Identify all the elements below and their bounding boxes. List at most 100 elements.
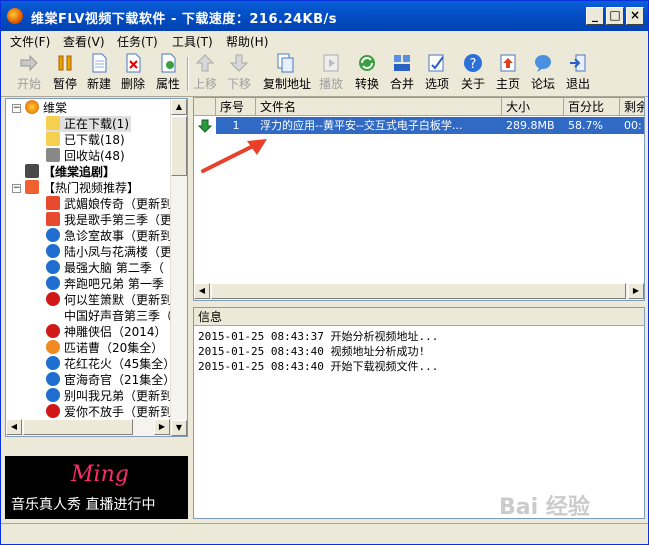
hot-video-item[interactable]: 奔跑吧兄弟 第一季 (46, 276, 164, 292)
hot-video-item[interactable]: 陆小凤与花满楼（更 (46, 244, 172, 260)
minimize-button[interactable]: _ (586, 7, 604, 25)
menu-bar: 文件(F) 查看(V) 任务(T) 工具(T) 帮助(H) (1, 31, 648, 51)
copy-address-button[interactable]: 复制地址 (263, 53, 311, 95)
menu-tools[interactable]: 工具(T) (172, 33, 213, 50)
hot-video-item[interactable]: 匹诺曹（20集全） (46, 340, 163, 356)
play-circle-icon (46, 244, 60, 258)
hot-video-item[interactable]: 何以笙箫默（更新到 (46, 292, 172, 308)
column-header-filename[interactable]: 文件名 (256, 98, 502, 116)
hot-video-label: 宦海奇官（21集全） (64, 373, 176, 387)
tree-collapse-toggle[interactable]: − (12, 104, 21, 113)
options-button[interactable]: 选项 (421, 53, 453, 95)
tree-root[interactable]: 维棠 (25, 100, 67, 116)
convert-button[interactable]: 转换 (351, 53, 383, 95)
tree-item-downloading[interactable]: 正在下载(1) (46, 116, 131, 132)
tree-item-downloaded[interactable]: 已下载(18) (46, 132, 125, 148)
close-button[interactable]: × (626, 7, 644, 25)
forum-icon (535, 55, 551, 72)
properties-button[interactable]: 属性 (152, 53, 184, 95)
window-title: 维棠FLV视频下载软件 - 下载速度：216.24KB/s (31, 12, 338, 27)
tree-vertical-scrollbar[interactable]: ▲ ▼ (170, 99, 187, 436)
exit-button[interactable]: 退出 (562, 53, 594, 95)
menu-file[interactable]: 文件(F) (10, 33, 50, 50)
arrow-right-icon (25, 180, 39, 194)
tree-root-label: 维棠 (43, 101, 68, 115)
scroll-left-button[interactable]: ◀ (6, 419, 22, 435)
maximize-button[interactable]: □ (606, 7, 624, 25)
download-list[interactable]: 序号 文件名 大小 百分比 剩余 1 浮力的应用--黄平安--交互式电子白板学.… (193, 97, 645, 301)
menu-view[interactable]: 查看(V) (63, 33, 105, 50)
hot-video-item[interactable]: 最强大脑 第二季（ (46, 260, 164, 276)
start-button[interactable]: 开始 (13, 53, 45, 95)
ad-slogan: 音乐真人秀 直播进行中 (11, 497, 156, 513)
iqiyi-icon (46, 212, 60, 226)
log-line: 2015-01-25 08:43:40 开始下载视频文件... (198, 360, 439, 373)
hot-video-label: 匹诺曹（20集全） (64, 341, 164, 355)
merge-icon (394, 55, 410, 71)
list-horizontal-scrollbar[interactable]: ◀ ▶ (194, 283, 644, 300)
hot-video-item[interactable]: 宦海奇官（21集全） (46, 372, 175, 388)
list-scroll-left-button[interactable]: ◀ (194, 283, 210, 299)
move-down-button[interactable]: 下移 (223, 53, 255, 95)
row-status-cell (194, 117, 216, 134)
recycle-bin-icon (46, 148, 60, 162)
info-log-panel: 信息 2015-01-25 08:43:37 开始分析视频地址... 2015-… (193, 307, 645, 519)
table-row[interactable]: 1 浮力的应用--黄平安--交互式电子白板学... 289.8MB 58.7% … (194, 117, 644, 134)
delete-button[interactable]: 删除 (117, 53, 149, 95)
menu-help[interactable]: 帮助(H) (226, 33, 268, 50)
play-media-button[interactable]: 播放 (315, 53, 347, 95)
exit-icon (570, 54, 586, 72)
hot-video-item[interactable]: 别叫我兄弟（更新到 (46, 388, 172, 404)
hot-video-item[interactable]: 神雕侠侣（2014） (46, 324, 167, 340)
ad-banner[interactable]: Ming 音乐真人秀 直播进行中 (5, 456, 188, 519)
title-bar[interactable]: 维棠FLV视频下载软件 - 下载速度：216.24KB/s _ □ × (1, 1, 648, 31)
hscroll-thumb[interactable] (23, 419, 133, 435)
hot-video-label: 何以笙箫默（更新到 (64, 293, 173, 307)
hot-video-item[interactable]: 中国好声音第三季（ (46, 308, 172, 324)
scroll-up-button[interactable]: ▲ (171, 99, 187, 115)
copy-address-label: 复制地址 (263, 77, 312, 91)
column-header-status[interactable] (194, 98, 216, 116)
status-bar (1, 523, 648, 544)
scroll-down-button[interactable]: ▼ (171, 420, 187, 436)
tree-horizontal-scrollbar[interactable]: ◀ ▶ (6, 419, 170, 436)
play-icon (20, 54, 38, 72)
column-header-percent[interactable]: 百分比 (564, 98, 620, 116)
scroll-right-button[interactable]: ▶ (154, 419, 170, 435)
watermark: Bai 经验 (499, 495, 590, 520)
tree-item-hot-videos[interactable]: 【热门视频推荐】 (25, 180, 139, 196)
tree-item-drama-tracking[interactable]: 【维棠追剧】 (25, 164, 115, 180)
red-play-icon (46, 404, 60, 418)
category-tree[interactable]: − 维棠 正在下载(1) 已下载(18) 回收站(48) 【维棠追剧】 − 【热… (5, 98, 188, 437)
app-logo-icon (7, 8, 23, 24)
forum-button[interactable]: 论坛 (527, 53, 559, 95)
row-size: 289.8MB (502, 117, 564, 134)
tree-hot-toggle[interactable]: − (12, 184, 21, 193)
about-button[interactable]: ? 关于 (457, 53, 489, 95)
menu-task[interactable]: 任务(T) (117, 33, 158, 50)
downloading-folder-icon (46, 116, 60, 130)
hot-video-item[interactable]: 花红花火（45集全） (46, 356, 175, 372)
tv-icon (25, 164, 39, 178)
hot-video-label: 神雕侠侣（2014） (64, 325, 167, 339)
annotation-arrow-icon (201, 139, 267, 173)
column-header-index[interactable]: 序号 (216, 98, 256, 116)
homepage-icon (500, 54, 516, 72)
list-scroll-right-button[interactable]: ▶ (628, 283, 644, 299)
hot-video-item[interactable]: 我是歌手第三季（更 (46, 212, 172, 228)
column-header-remaining[interactable]: 剩余 (620, 98, 644, 116)
hot-video-label: 武媚娘传奇（更新到 (64, 197, 173, 211)
hot-video-item[interactable]: 爱你不放手（更新到 (46, 404, 172, 420)
tree-item-recycle-bin[interactable]: 回收站(48) (46, 148, 125, 164)
exit-label: 退出 (565, 77, 590, 91)
column-header-size[interactable]: 大小 (502, 98, 564, 116)
app-logo-icon (25, 100, 39, 114)
hot-video-item[interactable]: 武媚娘传奇（更新到 (46, 196, 172, 212)
move-down-icon (229, 54, 249, 72)
list-hscroll-thumb[interactable] (211, 283, 626, 299)
homepage-button[interactable]: 主页 (492, 53, 524, 95)
scroll-thumb[interactable] (171, 116, 187, 176)
row-filename: 浮力的应用--黄平安--交互式电子白板学... (256, 117, 502, 134)
hot-video-item[interactable]: 急诊室故事（更新到 (46, 228, 172, 244)
merge-button[interactable]: 合并 (386, 53, 418, 95)
